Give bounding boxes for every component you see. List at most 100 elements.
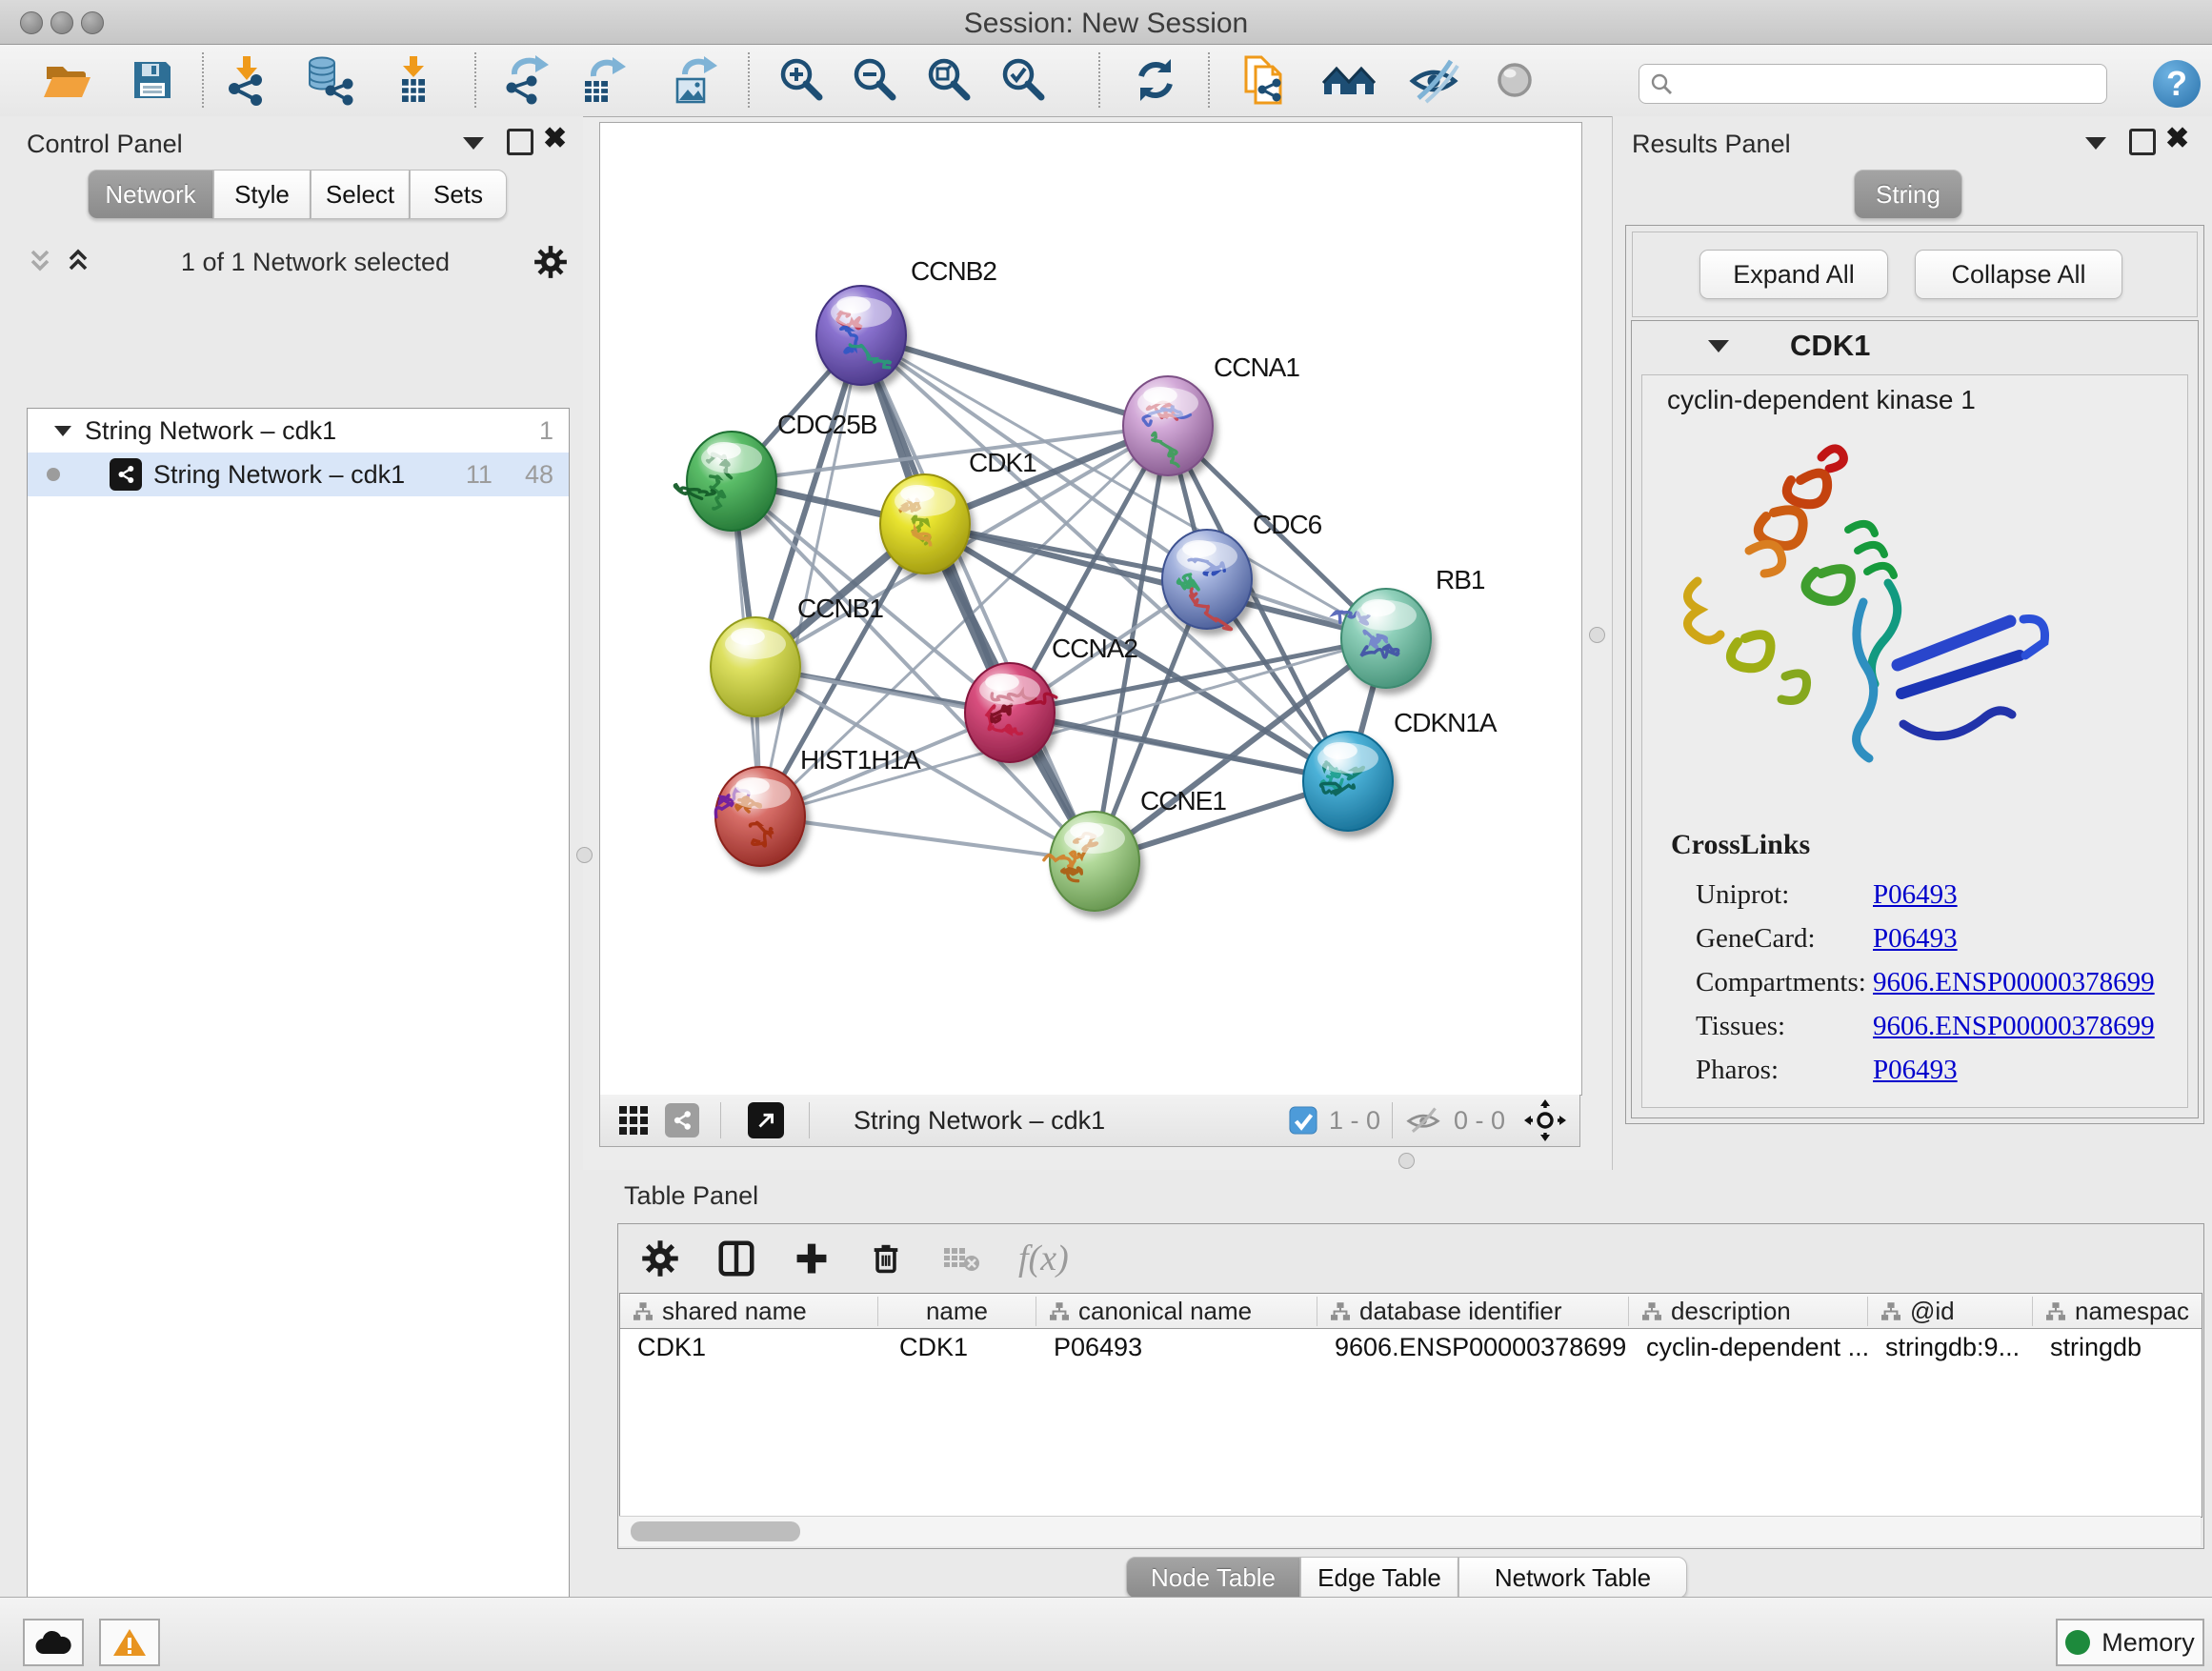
- network-edge[interactable]: [861, 335, 1095, 861]
- scrollbar-thumb[interactable]: [631, 1521, 800, 1541]
- homes-icon[interactable]: [1322, 53, 1376, 107]
- tab-select[interactable]: Select: [311, 170, 410, 219]
- column-header[interactable]: name: [878, 1297, 1036, 1326]
- tab-network[interactable]: Network: [88, 170, 213, 219]
- table-row[interactable]: CDK1 CDK1 P06493 9606.ENSP00000378699 cy…: [620, 1329, 2202, 1365]
- zoom-out-icon[interactable]: [848, 53, 901, 107]
- gene-header-row[interactable]: CDK1: [1632, 321, 2198, 371]
- status-bar: Memory: [0, 1597, 2212, 1671]
- gear-icon[interactable]: [533, 245, 568, 279]
- crosslink-link[interactable]: P06493: [1873, 879, 1958, 911]
- show-columns-icon[interactable]: [717, 1239, 755, 1278]
- memory-button[interactable]: Memory: [2056, 1619, 2204, 1666]
- network-canvas[interactable]: CCNB2CCNA1CDC25BCDK1CDC6RB1CCNB1CCNA2CDK…: [599, 122, 1582, 1096]
- network-node-CCNB1[interactable]: CCNB1: [711, 594, 883, 716]
- right-splitter-handle[interactable]: [1589, 627, 1605, 643]
- tab-node-table[interactable]: Node Table: [1126, 1557, 1300, 1599]
- tab-edge-table[interactable]: Edge Table: [1300, 1557, 1458, 1599]
- zoom-selected-icon[interactable]: [996, 53, 1050, 107]
- export-table-icon[interactable]: [576, 53, 630, 107]
- zoom-in-icon[interactable]: [774, 53, 828, 107]
- gear-icon[interactable]: [641, 1239, 679, 1278]
- search-icon: [1649, 71, 1674, 96]
- hide-unhide-icon[interactable]: [1407, 53, 1460, 107]
- crosslink-link[interactable]: 9606.ENSP00000378699: [1873, 967, 2155, 998]
- help-button[interactable]: ?: [2153, 60, 2201, 108]
- share-document-icon[interactable]: [1238, 53, 1292, 107]
- import-table-icon[interactable]: [386, 53, 439, 107]
- network-node-CDC6[interactable]: CDC6: [1162, 510, 1322, 630]
- horizontal-scrollbar[interactable]: [619, 1516, 2201, 1546]
- network-node-CDKN1A[interactable]: CDKN1A: [1303, 708, 1498, 831]
- network-edge[interactable]: [1010, 713, 1348, 781]
- tab-style[interactable]: Style: [213, 170, 311, 219]
- main-toolbar: ?: [0, 45, 2212, 117]
- search-input[interactable]: [1674, 69, 2087, 100]
- panel-close-icon[interactable]: ✖: [543, 129, 567, 150]
- network-edge[interactable]: [861, 335, 1168, 426]
- search-field[interactable]: [1639, 64, 2107, 104]
- collapse-all-icon[interactable]: [27, 248, 59, 276]
- crosslink-link[interactable]: 9606.ENSP00000378699: [1873, 1011, 2155, 1042]
- import-network-database-icon[interactable]: [301, 53, 354, 107]
- toolbar-separator: [1098, 52, 1100, 108]
- export-network-icon[interactable]: [499, 53, 553, 107]
- expand-all-button[interactable]: Expand All: [1699, 250, 1888, 299]
- refresh-icon[interactable]: [1129, 53, 1182, 107]
- node-label: CDK1: [969, 448, 1036, 477]
- delete-column-icon[interactable]: [868, 1240, 904, 1277]
- horizontal-splitter-handle[interactable]: [1398, 1153, 1415, 1169]
- panel-close-icon[interactable]: ✖: [2165, 129, 2189, 150]
- delete-table-icon: [942, 1242, 980, 1275]
- node-table: shared name name canonical name database…: [619, 1293, 2202, 1518]
- node-label: CDKN1A: [1394, 708, 1498, 737]
- network-edge[interactable]: [760, 816, 1095, 861]
- network-row-selected[interactable]: String Network – cdk1 11 48: [28, 453, 569, 496]
- string-badge-icon[interactable]: [665, 1103, 699, 1137]
- zoom-fit-icon[interactable]: [922, 53, 975, 107]
- tab-string[interactable]: String: [1854, 170, 1962, 219]
- column-header[interactable]: description: [1629, 1297, 1868, 1326]
- cloud-button[interactable]: [23, 1619, 84, 1666]
- column-header[interactable]: @id: [1868, 1297, 2033, 1326]
- import-network-icon[interactable]: [220, 53, 273, 107]
- birds-eye-crosshair-icon[interactable]: [1524, 1099, 1566, 1141]
- network-node-RB1[interactable]: RB1: [1334, 565, 1485, 688]
- results-panel-title: Results Panel: [1632, 130, 1791, 159]
- panel-float-icon[interactable]: [507, 129, 533, 155]
- selected-checkbox-icon[interactable]: [1289, 1106, 1317, 1135]
- panel-menu-icon[interactable]: [2085, 137, 2106, 150]
- network-node-CCNA1[interactable]: CCNA1: [1123, 352, 1299, 475]
- save-session-icon[interactable]: [126, 53, 179, 107]
- network-node-HIST1H1A[interactable]: HIST1H1A: [715, 745, 921, 866]
- network-collection-row[interactable]: String Network – cdk1 1: [28, 409, 569, 453]
- gray-eye-icon: [1488, 53, 1541, 107]
- column-header[interactable]: canonical name: [1036, 1297, 1317, 1326]
- tab-sets[interactable]: Sets: [410, 170, 507, 219]
- function-builder-icon: f(x): [1018, 1238, 1069, 1279]
- column-header[interactable]: shared name: [620, 1297, 878, 1326]
- crosslink-link[interactable]: P06493: [1873, 923, 1958, 955]
- tab-network-table[interactable]: Network Table: [1458, 1557, 1687, 1599]
- current-network-dot-icon: [47, 468, 60, 481]
- protein-structure-image: [1661, 438, 2081, 815]
- panel-menu-icon[interactable]: [463, 137, 484, 150]
- hidden-count: 0 - 0: [1454, 1106, 1505, 1136]
- gene-collapse-icon[interactable]: [1708, 340, 1729, 352]
- hidden-eye-icon[interactable]: [1404, 1105, 1442, 1136]
- column-header[interactable]: database identifier: [1317, 1297, 1629, 1326]
- expand-all-icon[interactable]: [65, 248, 97, 276]
- crosslink-link[interactable]: P06493: [1873, 1055, 1958, 1086]
- collapse-all-button[interactable]: Collapse All: [1915, 250, 2122, 299]
- grid-view-icon[interactable]: [617, 1104, 650, 1137]
- left-splitter-handle[interactable]: [576, 847, 593, 863]
- warnings-button[interactable]: [99, 1619, 160, 1666]
- tree-expand-icon[interactable]: [54, 426, 71, 436]
- open-session-icon[interactable]: [40, 53, 93, 107]
- panel-float-icon[interactable]: [2129, 129, 2156, 155]
- node-label: CCNE1: [1140, 786, 1226, 815]
- open-in-window-icon[interactable]: [748, 1102, 784, 1138]
- add-column-icon[interactable]: [794, 1240, 830, 1277]
- export-image-icon[interactable]: [668, 53, 721, 107]
- column-header[interactable]: namespac: [2033, 1297, 2202, 1326]
